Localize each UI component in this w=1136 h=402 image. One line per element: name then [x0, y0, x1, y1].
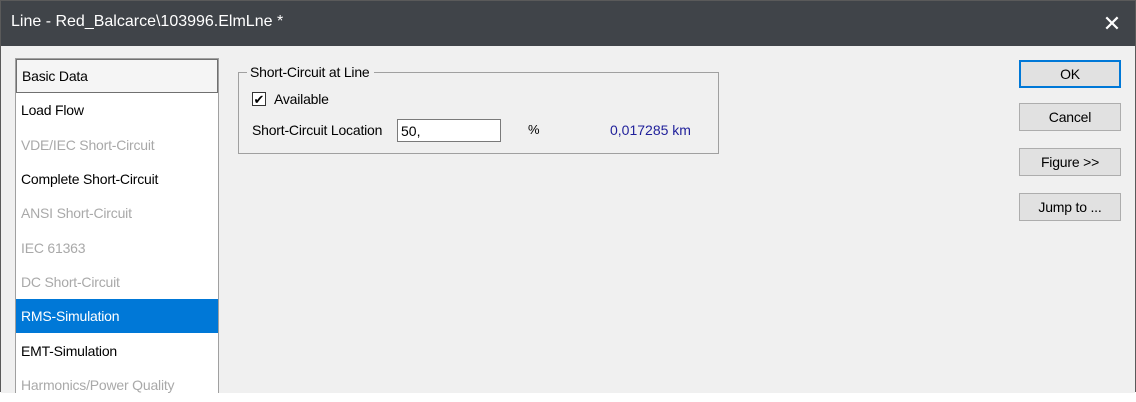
short-circuit-group: Short-Circuit at Line ✔ Available Short-…: [238, 64, 719, 154]
title-bar[interactable]: Line - Red_Balcarce\103996.ElmLne * ✕: [1, 1, 1135, 46]
ok-button[interactable]: OK: [1019, 60, 1121, 88]
location-km-value: 0,017285 km: [610, 122, 691, 138]
nav-item-ansi-short-circuit: ANSI Short-Circuit: [21, 205, 132, 222]
available-label[interactable]: Available: [274, 91, 329, 107]
dialog-window: Line - Red_Balcarce\103996.ElmLne * ✕ Ba…: [0, 0, 1136, 393]
dialog-body: Basic Data Load Flow VDE/IEC Short-Circu…: [1, 46, 1135, 393]
nav-item-load-flow[interactable]: Load Flow: [16, 93, 218, 127]
location-row: Short-Circuit Location % 0,017285 km: [252, 119, 712, 143]
group-title: Short-Circuit at Line: [247, 64, 374, 80]
figure-button[interactable]: Figure >>: [1019, 148, 1121, 176]
page-list[interactable]: Basic Data Load Flow VDE/IEC Short-Circu…: [15, 58, 219, 393]
location-unit: %: [528, 122, 540, 137]
nav-item-harmonics-power-quality: Harmonics/Power Quality: [21, 376, 175, 393]
nav-item-dc-short-circuit: DC Short-Circuit: [21, 273, 120, 290]
nav-item-rms-simulation[interactable]: RMS-Simulation: [16, 299, 218, 334]
location-input[interactable]: [397, 119, 501, 142]
nav-item-iec-61363: IEC 61363: [21, 239, 86, 256]
location-label: Short-Circuit Location: [252, 122, 383, 138]
available-checkbox-row[interactable]: ✔ Available: [252, 91, 329, 107]
nav-item-basic-data[interactable]: Basic Data: [16, 59, 218, 94]
window-title: Line - Red_Balcarce\103996.ElmLne *: [11, 13, 284, 30]
nav-item-emt-simulation[interactable]: EMT-Simulation: [16, 333, 218, 367]
close-icon[interactable]: ✕: [1089, 1, 1135, 46]
nav-item-vde-iec-short-circuit: VDE/IEC Short-Circuit: [21, 136, 155, 153]
cancel-button[interactable]: Cancel: [1019, 103, 1121, 131]
available-checkbox[interactable]: ✔: [252, 92, 266, 106]
nav-item-complete-short-circuit[interactable]: Complete Short-Circuit: [16, 162, 218, 196]
jump-to-button[interactable]: Jump to ...: [1019, 193, 1121, 221]
